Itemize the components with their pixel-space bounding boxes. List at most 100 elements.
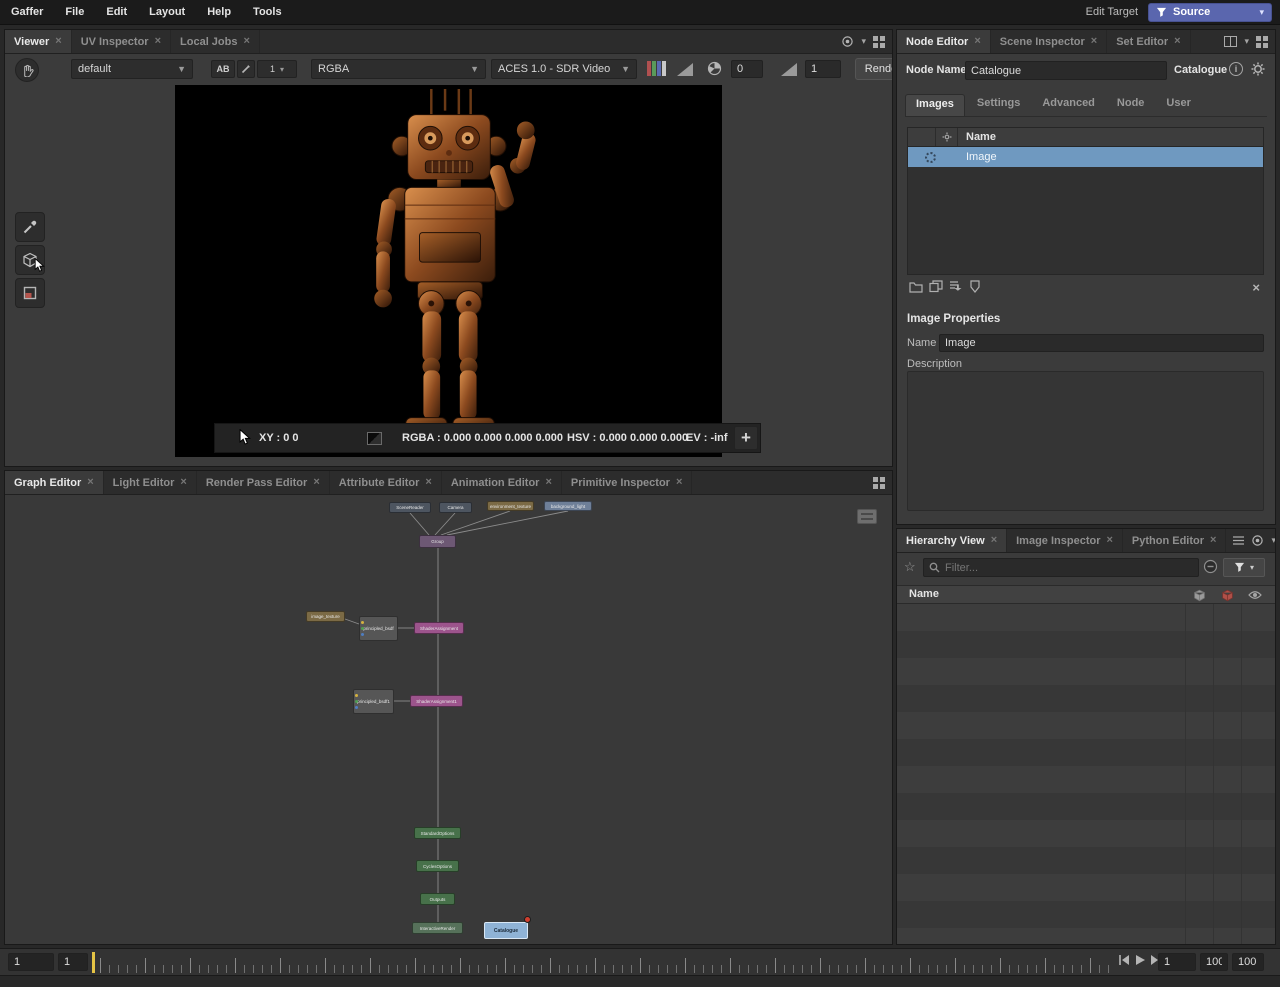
tab-render-pass-editor[interactable]: Render Pass Editor× (197, 471, 330, 494)
tab-animation-editor[interactable]: Animation Editor× (442, 471, 562, 494)
bookmark-star-icon[interactable]: ☆ (904, 559, 916, 575)
display-transform-select[interactable]: ACES 1.0 - SDR Video▼ (491, 59, 637, 79)
pan-tool-button[interactable] (15, 58, 39, 82)
graph-node-group[interactable]: Group (419, 535, 456, 548)
chevron-down-icon[interactable]: ▾ (1244, 36, 1249, 47)
menu-help[interactable]: Help (196, 6, 242, 18)
graph-node-outputs[interactable]: Outputs (420, 893, 455, 905)
tab-viewer[interactable]: Viewer× (5, 30, 72, 53)
geometry-column-icon[interactable] (1193, 589, 1206, 602)
source-button[interactable]: Source ▾ (1148, 3, 1272, 22)
graph-node-scene-reader[interactable]: SceneReader (389, 502, 431, 513)
graph-node-principled-bsdf[interactable]: principled_bsdf (359, 616, 398, 641)
gamma-input[interactable] (805, 60, 841, 78)
close-tab-icon[interactable]: × (87, 477, 93, 488)
channel-bars-icon[interactable] (647, 61, 666, 76)
tab-scene-inspector[interactable]: Scene Inspector× (991, 30, 1107, 53)
tab-primitive-inspector[interactable]: Primitive Inspector× (562, 471, 692, 494)
wipe-tool-button[interactable] (237, 60, 255, 78)
node-graph-canvas[interactable]: SceneReader Camera environment_texture b… (5, 495, 892, 944)
ab-compare-button[interactable]: AB (211, 60, 235, 78)
exclude-column-icon[interactable] (1221, 589, 1234, 602)
chevron-down-icon[interactable]: ▾ (1271, 535, 1276, 546)
close-tab-icon[interactable]: × (243, 36, 249, 47)
render-button[interactable]: Rende (855, 58, 893, 80)
menu-file[interactable]: File (54, 6, 95, 18)
current-frame-marker[interactable] (92, 952, 95, 973)
graph-node-catalogue[interactable]: Catalogue (484, 922, 528, 939)
tab-uv-inspector[interactable]: UV Inspector× (72, 30, 171, 53)
hierarchy-rows[interactable] (897, 604, 1275, 944)
exposure-icon[interactable] (707, 61, 722, 76)
split-panel-icon[interactable] (1224, 36, 1237, 47)
duplicate-image-icon[interactable] (929, 280, 943, 293)
graph-node-camera[interactable]: Camera (439, 502, 472, 513)
graph-node-environment-texture[interactable]: environment_texture (487, 501, 534, 511)
tab-image-inspector[interactable]: Image Inspector× (1007, 529, 1123, 552)
info-icon[interactable]: i (1229, 62, 1243, 76)
crop-region-tool[interactable] (15, 278, 45, 308)
close-tab-icon[interactable]: × (676, 477, 682, 488)
close-tab-icon[interactable]: × (313, 477, 319, 488)
close-tab-icon[interactable]: × (1091, 36, 1097, 47)
menu-edit[interactable]: Edit (95, 6, 138, 18)
close-tab-icon[interactable]: × (180, 477, 186, 488)
playback-frame-input[interactable] (1158, 953, 1196, 971)
menu-gaffer[interactable]: Gaffer (0, 6, 54, 18)
tab-images[interactable]: Images (905, 94, 965, 116)
tab-local-jobs[interactable]: Local Jobs× (171, 30, 260, 53)
layout-menu-icon[interactable] (873, 477, 885, 489)
visibility-column-icon[interactable] (1248, 590, 1262, 600)
annotation-icon[interactable] (857, 509, 877, 524)
camera-select[interactable]: default▼ (71, 59, 193, 79)
list-icon[interactable] (1233, 536, 1244, 545)
node-name-input[interactable] (965, 61, 1167, 80)
tab-light-editor[interactable]: Light Editor× (104, 471, 197, 494)
close-tab-icon[interactable]: × (974, 36, 980, 47)
layout-menu-icon[interactable] (1256, 36, 1268, 48)
graph-node-interactive-render[interactable]: InteractiveRender (412, 922, 463, 934)
add-image-icon[interactable] (909, 280, 923, 293)
expand-status-button[interactable]: + (734, 426, 758, 450)
close-tab-icon[interactable]: × (155, 36, 161, 47)
image-description-box[interactable] (907, 371, 1264, 511)
graph-node-background-light[interactable]: background_light (544, 501, 592, 511)
end-frame-input[interactable] (1200, 953, 1228, 971)
current-frame-input[interactable] (58, 953, 88, 971)
tab-python-editor[interactable]: Python Editor× (1123, 529, 1227, 552)
max-frame-input[interactable] (1232, 953, 1264, 971)
tab-user[interactable]: User (1156, 94, 1200, 116)
tab-attribute-editor[interactable]: Attribute Editor× (330, 471, 442, 494)
close-tab-icon[interactable]: × (1210, 535, 1216, 546)
graph-node-principled-bsdf1[interactable]: principled_bsdf1 (353, 689, 394, 714)
collapse-all-icon[interactable] (1203, 559, 1218, 574)
frame-ruler[interactable] (100, 952, 1112, 973)
graph-node-shader-assignment[interactable]: ShaderAssignment (414, 622, 464, 634)
close-tab-icon[interactable]: × (1106, 535, 1112, 546)
filter-dropdown-button[interactable]: ▾ (1223, 558, 1265, 577)
graph-node-standard-options[interactable]: StandardOptions (414, 827, 461, 839)
clipping-ramp-icon[interactable] (677, 63, 693, 76)
graph-node-shader-assignment1[interactable]: ShaderAssignment1 (410, 695, 463, 707)
channel-select[interactable]: RGBA▼ (311, 59, 486, 79)
close-tab-icon[interactable]: × (545, 477, 551, 488)
close-tab-icon[interactable]: × (425, 477, 431, 488)
render-viewport[interactable] (175, 85, 722, 457)
tab-hierarchy-view[interactable]: Hierarchy View× (897, 529, 1007, 552)
menu-layout[interactable]: Layout (138, 6, 196, 18)
export-image-icon[interactable] (949, 280, 963, 293)
gamma-ramp-icon[interactable] (781, 63, 797, 76)
close-tab-icon[interactable]: × (1174, 36, 1180, 47)
chevron-down-icon[interactable]: ▾ (861, 36, 866, 47)
editor-focus-icon[interactable] (841, 35, 854, 48)
color-picker-tool[interactable] (15, 212, 45, 242)
gear-icon[interactable] (1250, 61, 1266, 77)
close-tab-icon[interactable]: × (55, 36, 61, 47)
tab-graph-editor[interactable]: Graph Editor× (5, 471, 104, 494)
tab-settings[interactable]: Settings (967, 94, 1030, 116)
editor-focus-icon[interactable] (1251, 534, 1264, 547)
tab-node[interactable]: Node (1107, 94, 1155, 116)
tab-advanced[interactable]: Advanced (1032, 94, 1105, 116)
graph-node-cycles-options[interactable]: CyclesOptions (416, 860, 459, 872)
tab-set-editor[interactable]: Set Editor× (1107, 30, 1190, 53)
